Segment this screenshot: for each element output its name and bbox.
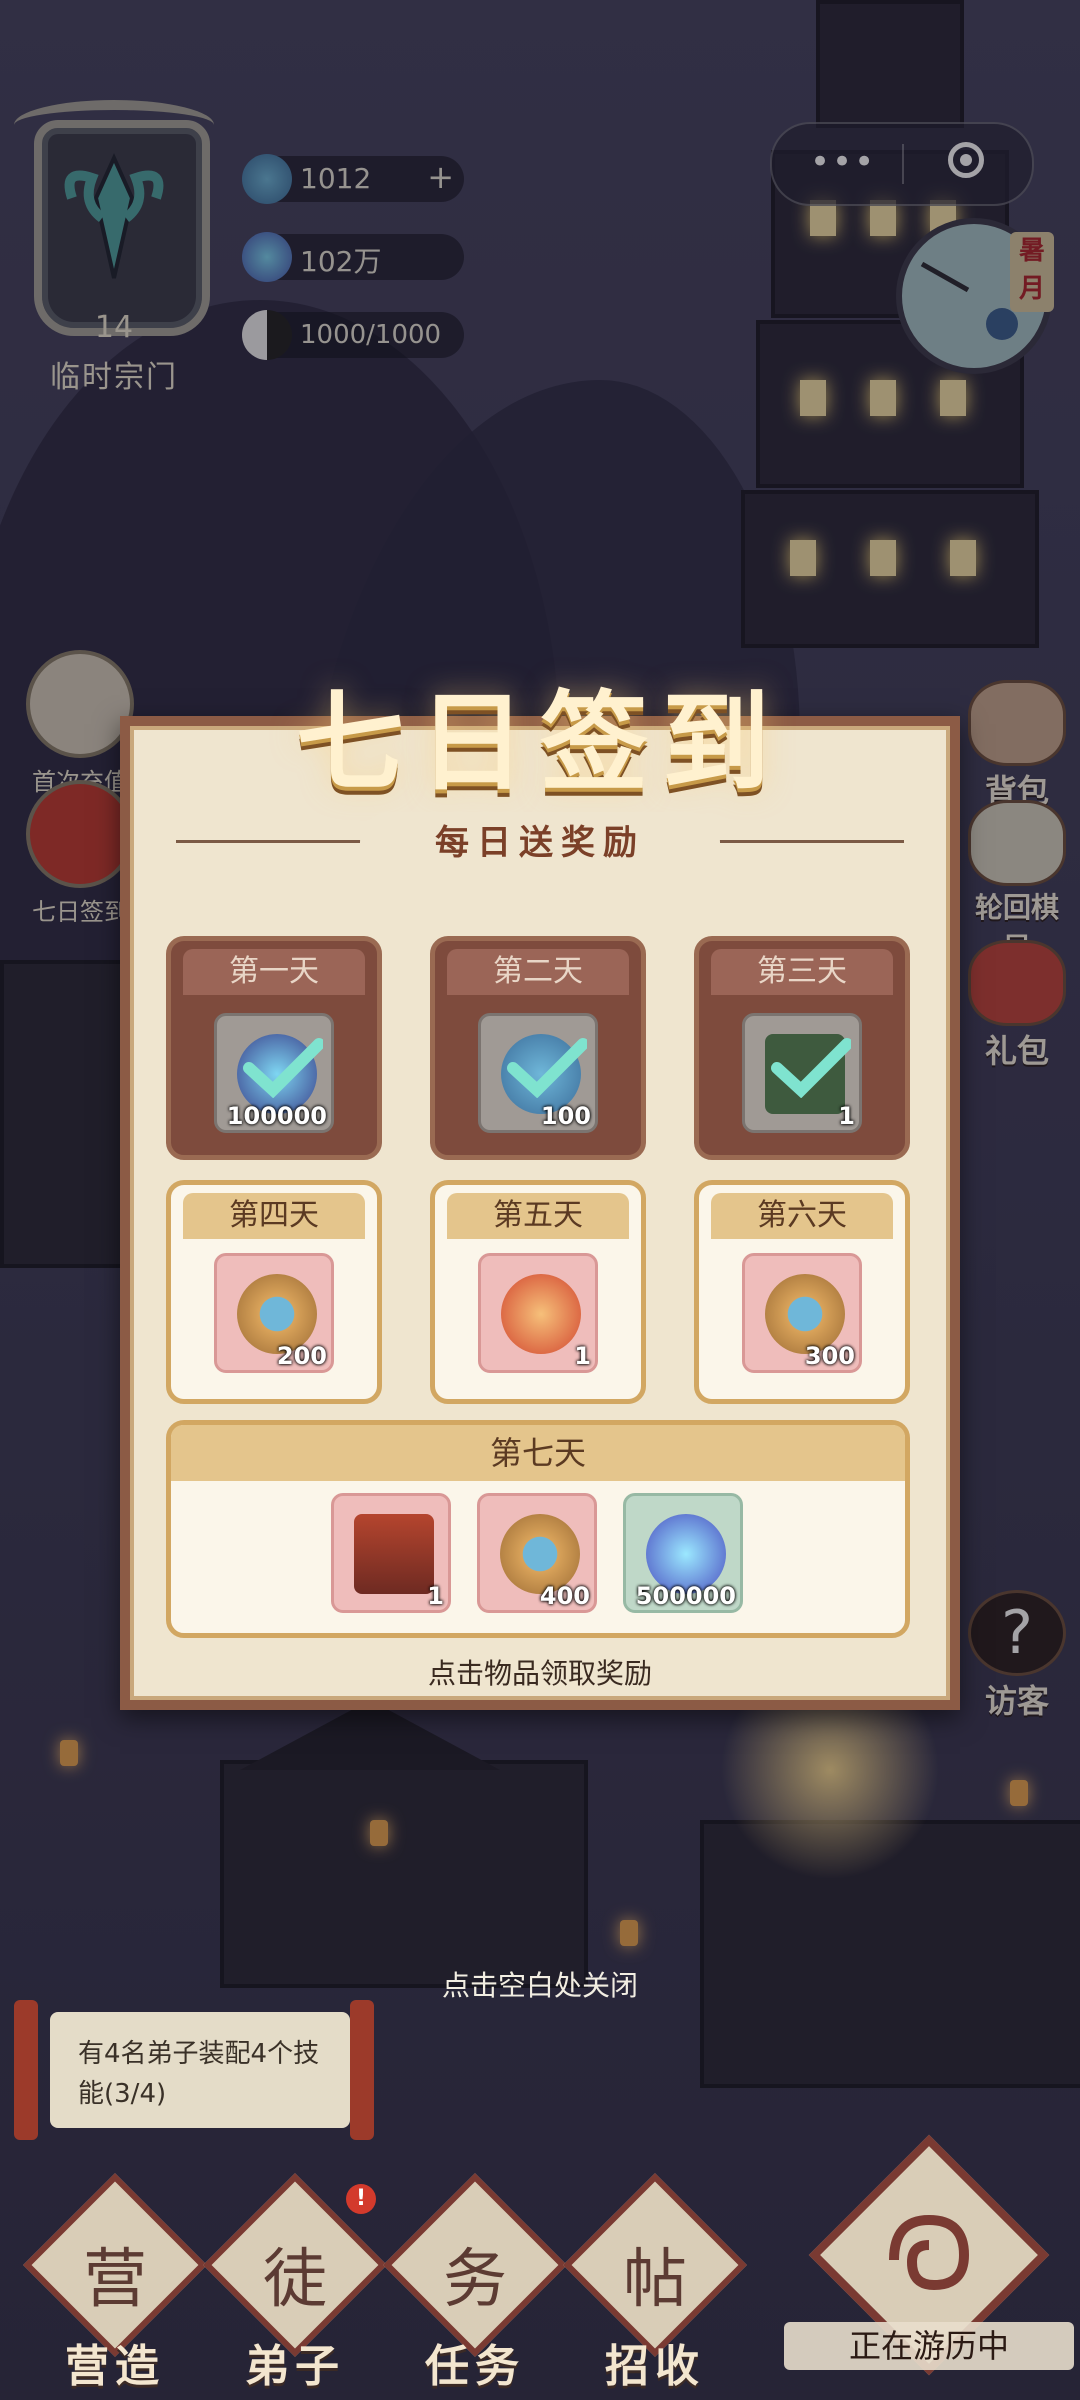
- day-card-1[interactable]: 第一天 100000: [166, 936, 382, 1160]
- day-label: 第一天: [183, 949, 365, 995]
- reward-item[interactable]: 100000: [214, 1013, 334, 1133]
- charm-icon: [501, 1274, 581, 1354]
- notification-badge: !: [346, 2184, 376, 2214]
- reward-item[interactable]: 1: [742, 1013, 862, 1133]
- reward-item[interactable]: 1: [331, 1493, 451, 1613]
- nav-label: 营造: [65, 2341, 165, 2392]
- item-quantity: 1: [838, 1102, 855, 1130]
- check-icon: [507, 1038, 587, 1098]
- nav-disciples[interactable]: 徒 弟子 !: [203, 2173, 387, 2392]
- scroll-icon: 务: [443, 2243, 507, 2317]
- day-card-7[interactable]: 第七天 1 400 500000: [166, 1420, 910, 1638]
- day-card-5[interactable]: 第五天 1: [430, 1180, 646, 1404]
- day-label: 第五天: [447, 1193, 629, 1239]
- reward-item[interactable]: 200: [214, 1253, 334, 1373]
- day-card-2[interactable]: 第二天 100: [430, 936, 646, 1160]
- reward-item[interactable]: 500000: [623, 1493, 743, 1613]
- close-hint: 点击空白处关闭: [441, 1969, 638, 2002]
- travel-button[interactable]: 正在游历中: [784, 2130, 1074, 2380]
- travel-status: 正在游历中: [784, 2322, 1074, 2370]
- reward-item[interactable]: 400: [477, 1493, 597, 1613]
- day-card-3[interactable]: 第三天 1: [694, 936, 910, 1160]
- bottom-nav: 营 营造 徒 弟子 ! 务 任务 帖 招收 正在游历中: [0, 2134, 1080, 2400]
- nav-label: 弟子: [245, 2341, 345, 2392]
- item-quantity: 100000: [226, 1102, 327, 1130]
- day-label: 第七天: [171, 1425, 905, 1481]
- item-quantity: 1: [427, 1582, 444, 1610]
- nav-recruit[interactable]: 帖 招收: [563, 2173, 747, 2392]
- reward-item[interactable]: 1: [478, 1253, 598, 1373]
- item-quantity: 1: [574, 1342, 591, 1370]
- day-label: 第四天: [183, 1193, 365, 1239]
- item-quantity: 400: [539, 1582, 590, 1610]
- reward-item[interactable]: 100: [478, 1013, 598, 1133]
- reward-item[interactable]: 300: [742, 1253, 862, 1373]
- nav-tasks[interactable]: 务 任务: [383, 2173, 567, 2392]
- day-label: 第二天: [447, 949, 629, 995]
- day-card-6[interactable]: 第六天 300: [694, 1180, 910, 1404]
- travel-swirl-icon: [889, 2214, 970, 2291]
- claim-hint: 点击物品领取奖励: [427, 1657, 652, 1690]
- nav-label: 任务: [425, 2341, 525, 2392]
- item-quantity: 300: [804, 1342, 855, 1370]
- building-icon: 营: [83, 2243, 147, 2317]
- item-quantity: 200: [276, 1342, 327, 1370]
- day-label: 第三天: [711, 949, 893, 995]
- day-label: 第六天: [711, 1193, 893, 1239]
- dialog-subtitle: 每日送奖励: [360, 812, 720, 874]
- task-text: 有4名弟子装配4个技能(3/4): [78, 2039, 320, 2109]
- dialog-title: 七日签到: [295, 680, 784, 806]
- nav-label: 招收: [605, 2341, 705, 2392]
- check-icon: [771, 1038, 851, 1098]
- disciple-icon: 徒: [263, 2243, 327, 2317]
- check-icon: [243, 1038, 323, 1098]
- day-card-4[interactable]: 第四天 200: [166, 1180, 382, 1404]
- item-quantity: 100: [540, 1102, 591, 1130]
- nav-build[interactable]: 营 营造: [23, 2173, 207, 2392]
- book-icon: [354, 1514, 434, 1594]
- invitation-card-icon: 帖: [623, 2243, 687, 2317]
- item-quantity: 500000: [635, 1582, 736, 1610]
- task-tracker[interactable]: 有4名弟子装配4个技能(3/4): [14, 2000, 374, 2140]
